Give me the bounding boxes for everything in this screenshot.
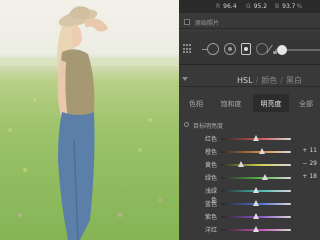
tab-luminance[interactable]: 明亮度 <box>253 94 289 112</box>
targeted-adjustment-icon[interactable] <box>184 122 189 127</box>
hsl-title[interactable]: HSL <box>237 76 253 85</box>
slider-row: 橙色 + 11 <box>179 145 320 158</box>
slider-knob[interactable] <box>253 213 259 219</box>
tab-saturation[interactable]: 饱和度 <box>215 94 247 112</box>
slider-row: 绿色 + 18 <box>179 171 320 184</box>
r-label: R <box>216 3 221 10</box>
color-mode-link[interactable]: 颜色 <box>261 76 277 85</box>
slider-track[interactable] <box>221 151 291 153</box>
g-label: G <box>246 3 251 10</box>
g-value: 95.2 <box>253 3 268 10</box>
b-label: B <box>275 3 280 10</box>
slider-label: 紫色 <box>204 214 217 221</box>
slider-track[interactable] <box>221 164 291 166</box>
r-value: 96.4 <box>223 3 237 10</box>
collapse-triangle-icon[interactable] <box>182 77 188 81</box>
photo-canvas[interactable] <box>0 0 179 240</box>
slider-value[interactable]: − 29 <box>295 160 317 167</box>
slider-label: 蓝色 <box>204 201 217 208</box>
slider-label: 红色 <box>204 136 217 143</box>
slider-knob[interactable] <box>253 200 259 206</box>
slider-row: 浅绿色 <box>179 184 320 204</box>
slider-knob[interactable] <box>262 174 269 180</box>
slider-value[interactable]: + 18 <box>295 173 317 180</box>
rgb-r: R 96.4 <box>216 3 237 10</box>
photo-image <box>0 6 179 240</box>
bw-mode-link[interactable]: 黑白 <box>286 76 302 85</box>
slider-knob[interactable] <box>253 135 259 141</box>
rgb-readout: R 96.4 G 95.2 B 93.7% <box>179 0 320 13</box>
slider-row: 紫色 <box>179 210 320 223</box>
spot-removal-icon[interactable] <box>224 43 236 55</box>
tab-all[interactable]: 全部 <box>292 94 320 112</box>
slider-row: 蓝色 <box>179 197 320 210</box>
hsl-title-group: HSL / 颜色 / 黑白 <box>237 76 302 85</box>
target-luminance-row: 目标明亮度 <box>179 118 320 132</box>
develop-panel: R 96.4 G 95.2 B 93.7% 原始照片 HSL / 颜色 / 黑白 色相 饱和度… <box>179 0 320 240</box>
slider-value[interactable]: + 11 <box>295 147 317 154</box>
slider-label: 绿色 <box>204 175 217 182</box>
original-photo-row: 原始照片 <box>179 15 320 29</box>
slider-knob[interactable] <box>238 161 245 167</box>
rgb-g: G 95.2 <box>246 3 267 10</box>
slider-knob[interactable] <box>258 148 265 154</box>
tab-hue[interactable]: 色相 <box>183 94 209 112</box>
tool-strip <box>179 33 320 65</box>
slider-row: 黄色 − 29 <box>179 158 320 171</box>
hsl-tabs: 色相 饱和度 明亮度 全部 <box>179 94 320 112</box>
red-eye-icon[interactable] <box>241 43 251 55</box>
slider-track[interactable] <box>221 177 291 179</box>
crop-overlay-icon[interactable] <box>202 43 219 55</box>
slider-row: 红色 <box>179 132 320 145</box>
slider-knob[interactable] <box>253 187 259 193</box>
hsl-header[interactable]: HSL / 颜色 / 黑白 <box>179 72 320 87</box>
percent-unit: % <box>296 3 303 10</box>
b-value: 93.7 <box>282 3 296 10</box>
slider-knob[interactable] <box>253 226 259 232</box>
original-photo-label: 原始照片 <box>195 20 220 27</box>
slider-label: 黄色 <box>204 162 217 169</box>
original-photo-checkbox[interactable] <box>184 19 190 25</box>
rgb-b: B 93.7% <box>275 3 302 10</box>
section-label: 目标明亮度 <box>193 123 224 130</box>
slider-label: 橙色 <box>204 149 217 156</box>
tool-size-knob[interactable] <box>277 45 287 55</box>
grid-icon[interactable] <box>183 44 193 54</box>
slider-label: 洋红 <box>204 227 217 234</box>
slider-row: 洋红 <box>179 223 320 236</box>
